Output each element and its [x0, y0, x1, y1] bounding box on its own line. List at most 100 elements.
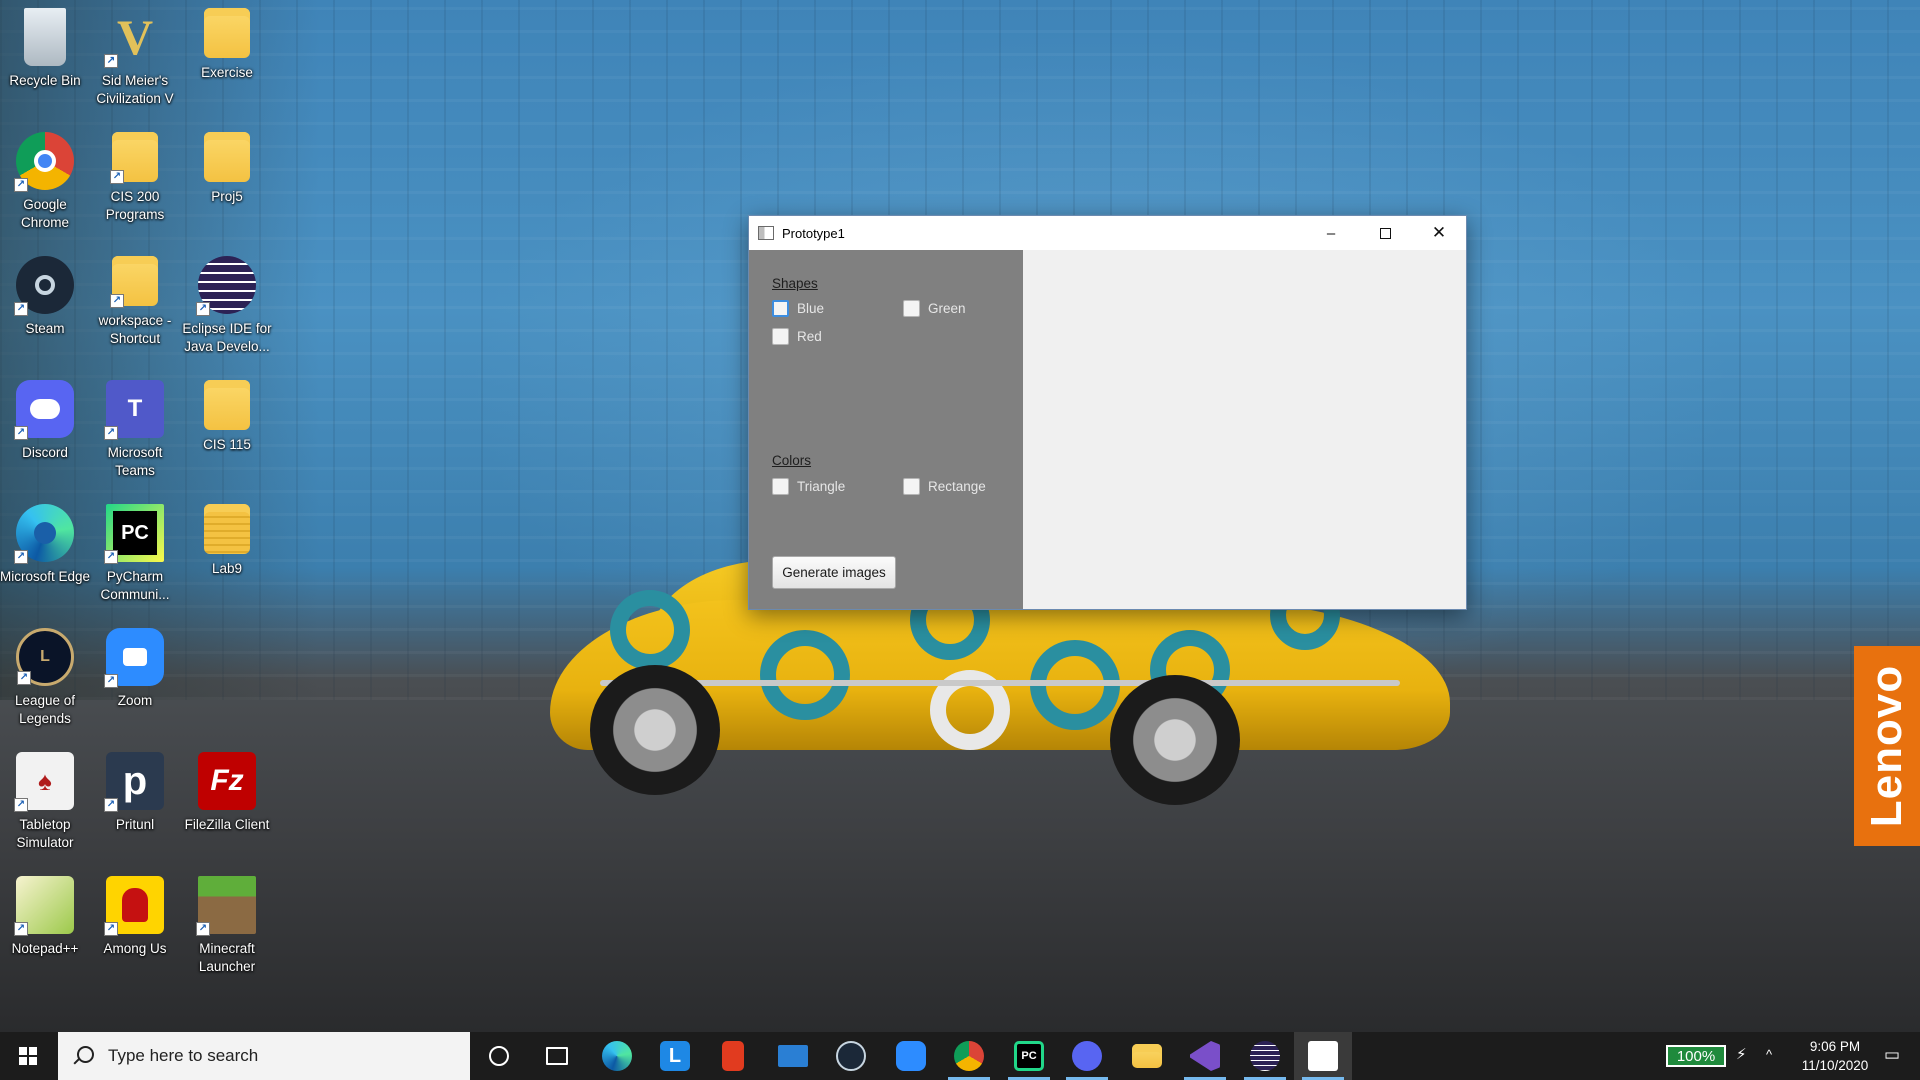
- desktop-icon-label: Proj5: [211, 189, 243, 204]
- discord-icon: [1072, 1041, 1102, 1071]
- car-chrome-stripe: [600, 680, 1400, 686]
- rectangle-checkbox[interactable]: Rectange: [903, 478, 986, 495]
- checkbox-box[interactable]: [772, 328, 789, 345]
- league-of-legends-icon: L ↗: [16, 628, 74, 686]
- desktop-icon-zoom[interactable]: ↗ Zoom: [89, 620, 181, 738]
- search-input[interactable]: [108, 1046, 448, 1066]
- start-button[interactable]: [0, 1032, 56, 1080]
- notification-center-icon[interactable]: ▭: [1884, 1045, 1900, 1065]
- taskbar-search[interactable]: [58, 1032, 470, 1080]
- desktop-icon-label: Eclipse IDE for Java Develo...: [182, 321, 272, 354]
- checkbox-box[interactable]: [903, 300, 920, 317]
- desktop-icon-lab9[interactable]: Lab9: [181, 496, 273, 614]
- taskbar-chrome[interactable]: [940, 1032, 998, 1080]
- folder-icon: ↗: [110, 256, 158, 308]
- desktop-icon-label: Notepad++: [11, 941, 79, 956]
- desktop-icon-league-of-legends[interactable]: L ↗ League of Legends: [0, 620, 91, 738]
- desktop-icon-microsoft-teams[interactable]: T ↗ Microsoft Teams: [89, 372, 181, 490]
- taskbar-pycharm[interactable]: PC: [1000, 1032, 1058, 1080]
- civilization-icon: V ↗: [104, 8, 164, 68]
- desktop-icon-discord[interactable]: ↗ Discord: [0, 372, 91, 490]
- shapes-section-label: Shapes: [772, 276, 818, 291]
- chrome-icon: [954, 1041, 984, 1071]
- power-plug-icon[interactable]: ⚡: [1736, 1045, 1747, 1063]
- checkbox-box[interactable]: [903, 478, 920, 495]
- show-hidden-icons-chevron-icon[interactable]: ^: [1766, 1047, 1772, 1062]
- close-icon: ✕: [1431, 223, 1447, 242]
- desktop-icon-notepad-plus-plus[interactable]: ↗ Notepad++: [0, 868, 91, 986]
- desktop-icon-recycle-bin[interactable]: Recycle Bin: [0, 0, 91, 118]
- red-checkbox[interactable]: Red: [772, 328, 822, 345]
- desktop-icon-tabletop-simulator[interactable]: ♠ ↗ Tabletop Simulator: [0, 744, 91, 862]
- desktop-icon-microsoft-edge[interactable]: ↗ Microsoft Edge: [0, 496, 91, 614]
- among-us-icon: ↗: [104, 876, 164, 936]
- desktop-icon-pritunl[interactable]: p ↗ Pritunl: [89, 744, 181, 862]
- chrome-icon: ↗: [14, 132, 74, 192]
- lenovo-logo-text: Lenovo: [1862, 664, 1912, 828]
- green-checkbox[interactable]: Green: [903, 300, 966, 317]
- taskbar-zoom[interactable]: [882, 1032, 940, 1080]
- system-clock[interactable]: 9:06 PM 11/10/2020: [1792, 1037, 1878, 1075]
- taskbar-office[interactable]: [704, 1032, 762, 1080]
- search-icon: [72, 1045, 94, 1067]
- battery-indicator[interactable]: 100%: [1666, 1045, 1726, 1067]
- taskbar-cortana[interactable]: [470, 1032, 528, 1080]
- discord-icon: ↗: [14, 380, 74, 440]
- filezilla-icon: Fz: [198, 752, 256, 810]
- blue-checkbox[interactable]: Blue: [772, 300, 824, 317]
- taskbar-mail[interactable]: [764, 1032, 822, 1080]
- desktop-icon-filezilla[interactable]: Fz FileZilla Client: [181, 744, 273, 862]
- edge-icon: [602, 1041, 632, 1071]
- taskbar-lenovo-vantage[interactable]: L: [646, 1032, 704, 1080]
- checkbox-box[interactable]: [772, 300, 789, 317]
- tabletop-simulator-icon: ♠ ↗: [14, 752, 74, 812]
- desktop-icon-cis-200-programs[interactable]: ↗ CIS 200 Programs: [89, 124, 181, 242]
- checkbox-box[interactable]: [772, 478, 789, 495]
- maximize-button[interactable]: [1358, 216, 1412, 250]
- desktop-icon-label: FileZilla Client: [184, 817, 270, 832]
- desktop-icon-cis-115[interactable]: CIS 115: [181, 372, 273, 490]
- desktop-icon-pycharm[interactable]: PC ↗ PyCharm Communi...: [89, 496, 181, 614]
- desktop-icon-steam[interactable]: ↗ Steam: [0, 248, 91, 366]
- prototype1-window[interactable]: Prototype1 – ✕ Shapes Blue Green Red Col…: [748, 215, 1467, 610]
- taskbar-discord[interactable]: [1058, 1032, 1116, 1080]
- car-rear-wheel: [590, 665, 720, 795]
- taskbar-visual-studio[interactable]: [1176, 1032, 1234, 1080]
- edge-icon: ↗: [14, 504, 74, 564]
- generate-images-button[interactable]: Generate images: [772, 556, 896, 589]
- desktop-icon-minecraft-launcher[interactable]: ↗ Minecraft Launcher: [181, 868, 273, 986]
- window-titlebar[interactable]: Prototype1 – ✕: [749, 216, 1466, 250]
- taskbar-file-explorer[interactable]: [1118, 1032, 1176, 1080]
- desktop-icon-label: PyCharm Communi...: [100, 569, 170, 602]
- desktop-icon-label: Tabletop Simulator: [16, 817, 74, 850]
- folder-icon: ↗: [110, 132, 158, 184]
- minimize-button[interactable]: –: [1304, 216, 1358, 250]
- pycharm-icon: PC ↗: [104, 504, 164, 564]
- taskbar-java-app[interactable]: [1294, 1032, 1352, 1080]
- steam-icon: ↗: [14, 256, 74, 316]
- taskbar-steam[interactable]: [822, 1032, 880, 1080]
- desktop-icon-among-us[interactable]: ↗ Among Us: [89, 868, 181, 986]
- desktop-icon-label: League of Legends: [14, 693, 76, 726]
- triangle-checkbox[interactable]: Triangle: [772, 478, 845, 495]
- desktop-icon-label: Sid Meier's Civilization V: [96, 73, 174, 106]
- close-button[interactable]: ✕: [1412, 216, 1466, 250]
- file-explorer-icon: [1132, 1044, 1162, 1068]
- taskbar-task-view[interactable]: [528, 1032, 586, 1080]
- desktop-icon-civilization-v[interactable]: V ↗ Sid Meier's Civilization V: [89, 0, 181, 118]
- desktop-icon-proj5[interactable]: Proj5: [181, 124, 273, 242]
- java-app-icon: [758, 226, 774, 240]
- desktop-icon-eclipse[interactable]: ↗ Eclipse IDE for Java Develo...: [181, 248, 273, 366]
- checkbox-label: Green: [928, 301, 966, 316]
- recycle-bin-icon: [24, 8, 66, 66]
- minimize-icon: –: [1326, 224, 1336, 242]
- taskbar-eclipse[interactable]: [1236, 1032, 1294, 1080]
- desktop-icon-exercise[interactable]: Exercise: [181, 0, 273, 118]
- folder-icon: [204, 8, 250, 58]
- desktop-icon-google-chrome[interactable]: ↗ Google Chrome: [0, 124, 91, 242]
- visual-studio-icon: [1190, 1041, 1220, 1071]
- image-canvas: [1023, 250, 1466, 609]
- taskbar-edge[interactable]: [588, 1032, 646, 1080]
- desktop-icon-workspace-shortcut[interactable]: ↗ workspace - Shortcut: [89, 248, 181, 366]
- desktop-icon-label: Zoom: [117, 693, 153, 708]
